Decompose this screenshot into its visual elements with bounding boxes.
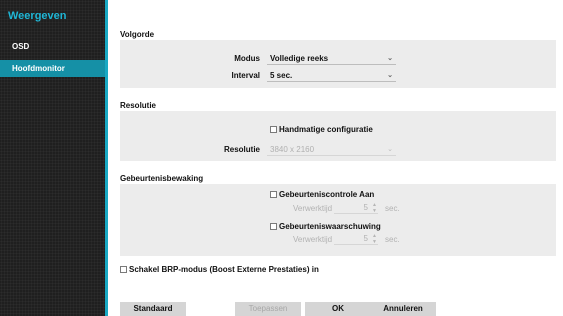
event-control-wait-value: 5	[363, 203, 368, 212]
modus-value: Volledige reeks	[270, 54, 329, 63]
section-title-resolutie: Resolutie	[120, 101, 157, 110]
manual-config-label: Handmatige configuratie	[279, 125, 373, 134]
resolutie-label: Resolutie	[223, 145, 260, 154]
event-control-unit: sec.	[385, 204, 400, 213]
panel-volgorde: Modus Volledige reeks ⌄ Interval 5 sec. …	[120, 40, 556, 88]
modus-label: Modus	[234, 54, 260, 63]
interval-value: 5 sec.	[270, 71, 293, 80]
resolutie-value: 3840 x 2160	[270, 145, 315, 154]
event-control-wait-label: Verwerktijd	[293, 204, 333, 213]
sidebar-item-osd[interactable]: OSD	[0, 38, 105, 55]
cancel-button[interactable]: Annuleren	[370, 302, 436, 316]
brp-mode-checkbox[interactable]: Schakel BRP-modus (Boost Externe Prestat…	[120, 265, 319, 274]
section-title-volgorde: Volgorde	[120, 30, 155, 39]
interval-select[interactable]: 5 sec. ⌄	[267, 69, 396, 82]
event-warning-label: Gebeurteniswaarschuwing	[279, 222, 381, 231]
event-warning-checkbox[interactable]: Gebeurteniswaarschuwing	[270, 222, 381, 231]
sidebar-item-hoofdmonitor[interactable]: Hoofdmonitor	[0, 60, 105, 77]
event-control-label: Gebeurteniscontrole Aan	[279, 190, 375, 199]
checkbox-box[interactable]	[270, 126, 277, 133]
panel-resolutie: Handmatige configuratie Resolutie 3840 x…	[120, 111, 556, 161]
resolutie-select: 3840 x 2160 ⌄	[267, 143, 396, 156]
modus-select[interactable]: Volledige reeks ⌄	[267, 52, 396, 65]
interval-label: Interval	[231, 71, 260, 80]
checkbox-box[interactable]	[270, 191, 277, 198]
sidebar: Weergeven OSD Hoofdmonitor	[0, 0, 108, 316]
ok-button[interactable]: OK	[305, 302, 371, 316]
stepper-arrows-icon: ▲ ▼	[372, 202, 377, 214]
default-button[interactable]: Standaard	[120, 302, 186, 316]
section-title-gebeurtenisbewaking: Gebeurtenisbewaking	[120, 174, 204, 183]
event-control-wait-stepper: 5 ▲ ▼	[334, 202, 378, 214]
panel-gebeurtenisbewaking: Gebeurteniscontrole Aan Verwerktijd 5 ▲ ▼…	[120, 184, 556, 256]
chevron-down-icon: ⌄	[387, 146, 393, 153]
event-control-checkbox[interactable]: Gebeurteniscontrole Aan	[270, 190, 374, 199]
checkbox-box[interactable]	[270, 223, 277, 230]
brp-mode-label: Schakel BRP-modus (Boost Externe Prestat…	[129, 265, 319, 274]
stepper-arrows-icon: ▲ ▼	[372, 233, 377, 245]
main-content: Volgorde Modus Volledige reeks ⌄ Interva…	[108, 0, 563, 316]
checkbox-box[interactable]	[120, 266, 127, 273]
apply-button: Toepassen	[235, 302, 301, 316]
chevron-down-icon: ⌄	[387, 55, 393, 62]
event-warning-wait-label: Verwerktijd	[293, 235, 333, 244]
chevron-down-icon: ⌄	[387, 72, 393, 79]
sidebar-title: Weergeven	[8, 10, 67, 22]
event-warning-unit: sec.	[385, 235, 400, 244]
manual-config-checkbox[interactable]: Handmatige configuratie	[270, 125, 373, 134]
event-warning-wait-value: 5	[363, 234, 368, 243]
event-warning-wait-stepper: 5 ▲ ▼	[334, 233, 378, 245]
